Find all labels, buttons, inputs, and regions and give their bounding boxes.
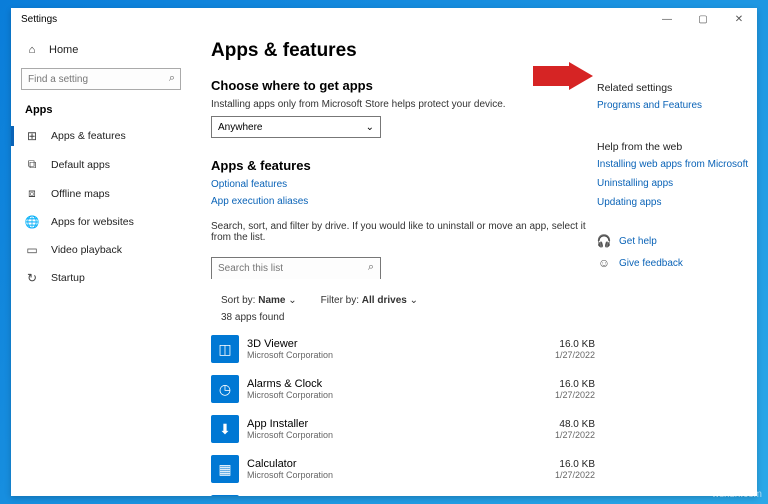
help-heading: Help from the web <box>597 141 749 153</box>
home-icon: ⌂ <box>25 44 39 56</box>
optional-features-link[interactable]: Optional features <box>211 179 597 190</box>
startup-icon: ↻ <box>25 271 39 285</box>
app-date: 1/27/2022 <box>555 470 595 480</box>
search-icon: ⌕ <box>169 72 175 85</box>
source-dropdown[interactable]: Anywhere ⌄ <box>211 116 381 138</box>
nav-label: Apps for websites <box>51 216 134 228</box>
chevron-down-icon: ⌄ <box>366 122 374 133</box>
settings-window: Settings — ▢ ✕ ⌂ Home ⌕ Apps ⊞ Apps & fea… <box>11 8 757 496</box>
window-body: ⌂ Home ⌕ Apps ⊞ Apps & features ⧉ Default … <box>11 34 757 496</box>
app-name: Calculator <box>247 458 333 470</box>
app-size: 16.0 KB <box>555 379 595 390</box>
app-row[interactable]: ◷ Alarms & ClockMicrosoft Corporation 16.0… <box>211 369 597 409</box>
app-publisher: Microsoft Corporation <box>247 470 333 480</box>
minimize-button[interactable]: — <box>649 8 685 30</box>
sidebar: ⌂ Home ⌕ Apps ⊞ Apps & features ⧉ Default … <box>11 34 191 496</box>
sidebar-item-default-apps[interactable]: ⧉ Default apps <box>11 150 191 179</box>
sidebar-category: Apps <box>11 100 191 122</box>
sidebar-search-input[interactable] <box>21 68 181 90</box>
sidebar-item-video-playback[interactable]: ▭ Video playback <box>11 236 191 264</box>
annotation-arrow <box>533 62 593 90</box>
window-controls: — ▢ ✕ <box>649 8 757 30</box>
apps-list: ◫3D ViewerMicrosoft Corporation16.0 KB1/… <box>211 329 597 496</box>
app-date: 1/27/2022 <box>555 390 595 400</box>
sidebar-item-apps-websites[interactable]: 🌐 Apps for websites <box>11 208 191 236</box>
nav-label: Video playback <box>51 244 122 256</box>
app-publisher: Microsoft Corporation <box>247 430 333 440</box>
apps-features-heading: Apps & features <box>211 158 597 173</box>
app-row[interactable]: ◫ 3D ViewerMicrosoft Corporation 16.0 KB1/… <box>211 329 597 369</box>
app-name: App Installer <box>247 418 333 430</box>
app-icon: ◷ <box>211 375 239 403</box>
home-link[interactable]: ⌂ Home <box>11 38 191 62</box>
help-link-update[interactable]: Updating apps <box>597 197 749 208</box>
app-name: Alarms & Clock <box>247 378 333 390</box>
filter-dropdown[interactable]: Filter by: All drives ⌄ <box>321 295 418 306</box>
sidebar-item-offline-maps[interactable]: ⧈ Offline maps <box>11 179 191 208</box>
app-icon: ▦ <box>211 455 239 483</box>
sidebar-nav: ⊞ Apps & features ⧉ Default apps ⧈ Offline … <box>11 122 191 292</box>
source-value: Anywhere <box>218 122 262 133</box>
app-size: 16.0 KB <box>555 339 595 350</box>
maximize-button[interactable]: ▢ <box>685 8 721 30</box>
help-link-install[interactable]: Installing web apps from Microsoft <box>597 159 749 170</box>
get-help-link[interactable]: 🎧Get help <box>597 234 749 248</box>
app-row[interactable]: ◉CameraMicrosoft Corporation16.0 KB1/27/… <box>211 489 597 496</box>
help-icon: 🎧 <box>597 234 611 248</box>
app-execution-aliases-link[interactable]: App execution aliases <box>211 196 597 207</box>
sidebar-search[interactable]: ⌕ <box>21 68 181 90</box>
app-row[interactable]: ▦ CalculatorMicrosoft Corporation 16.0 KB1… <box>211 449 597 489</box>
search-desc: Search, sort, and filter by drive. If yo… <box>211 221 597 243</box>
app-date: 1/27/2022 <box>555 350 595 360</box>
offline-maps-icon: ⧈ <box>25 186 39 201</box>
filter-row: Sort by: Name ⌄ Filter by: All drives ⌄ <box>221 295 597 306</box>
right-panel: Related settings Programs and Features H… <box>597 40 757 496</box>
video-playback-icon: ▭ <box>25 243 39 257</box>
app-publisher: Microsoft Corporation <box>247 350 333 360</box>
app-icon: ◫ <box>211 335 239 363</box>
app-date: 1/27/2022 <box>555 430 595 440</box>
app-name: 3D Viewer <box>247 338 333 350</box>
sidebar-item-startup[interactable]: ↻ Startup <box>11 264 191 292</box>
watermark: wsxdn.com <box>712 489 762 500</box>
page-title: Apps & features <box>211 40 597 62</box>
app-row[interactable]: ⬇ App InstallerMicrosoft Corporation 48.0 … <box>211 409 597 449</box>
home-label: Home <box>49 44 78 56</box>
help-link-uninstall[interactable]: Uninstalling apps <box>597 178 749 189</box>
choose-desc: Installing apps only from Microsoft Stor… <box>211 99 597 110</box>
apps-features-icon: ⊞ <box>25 129 39 143</box>
nav-label: Apps & features <box>51 130 126 142</box>
app-search-input[interactable] <box>212 259 380 279</box>
close-button[interactable]: ✕ <box>721 8 757 30</box>
related-settings-heading: Related settings <box>597 82 749 94</box>
default-apps-icon: ⧉ <box>25 157 39 172</box>
sort-dropdown[interactable]: Sort by: Name ⌄ <box>221 295 297 306</box>
nav-label: Startup <box>51 272 85 284</box>
app-icon: ◉ <box>211 495 239 496</box>
content: Apps & features Choose where to get apps… <box>211 40 597 496</box>
app-size: 16.0 KB <box>555 459 595 470</box>
app-search[interactable]: ⌕ <box>211 257 381 279</box>
app-icon: ⬇ <box>211 415 239 443</box>
nav-label: Offline maps <box>51 188 110 200</box>
app-publisher: Microsoft Corporation <box>247 390 333 400</box>
programs-and-features-link[interactable]: Programs and Features <box>597 100 749 111</box>
window-title: Settings <box>21 8 57 25</box>
app-size: 48.0 KB <box>555 419 595 430</box>
apps-found-count: 38 apps found <box>221 312 597 323</box>
titlebar: Settings — ▢ ✕ <box>11 8 757 34</box>
give-feedback-link[interactable]: ☺Give feedback <box>597 256 749 270</box>
main-area: Apps & features Choose where to get apps… <box>191 34 757 496</box>
feedback-icon: ☺ <box>597 256 611 270</box>
search-icon: ⌕ <box>368 261 374 274</box>
apps-websites-icon: 🌐 <box>25 215 39 229</box>
sidebar-item-apps-features[interactable]: ⊞ Apps & features <box>11 122 191 150</box>
nav-label: Default apps <box>51 159 110 171</box>
